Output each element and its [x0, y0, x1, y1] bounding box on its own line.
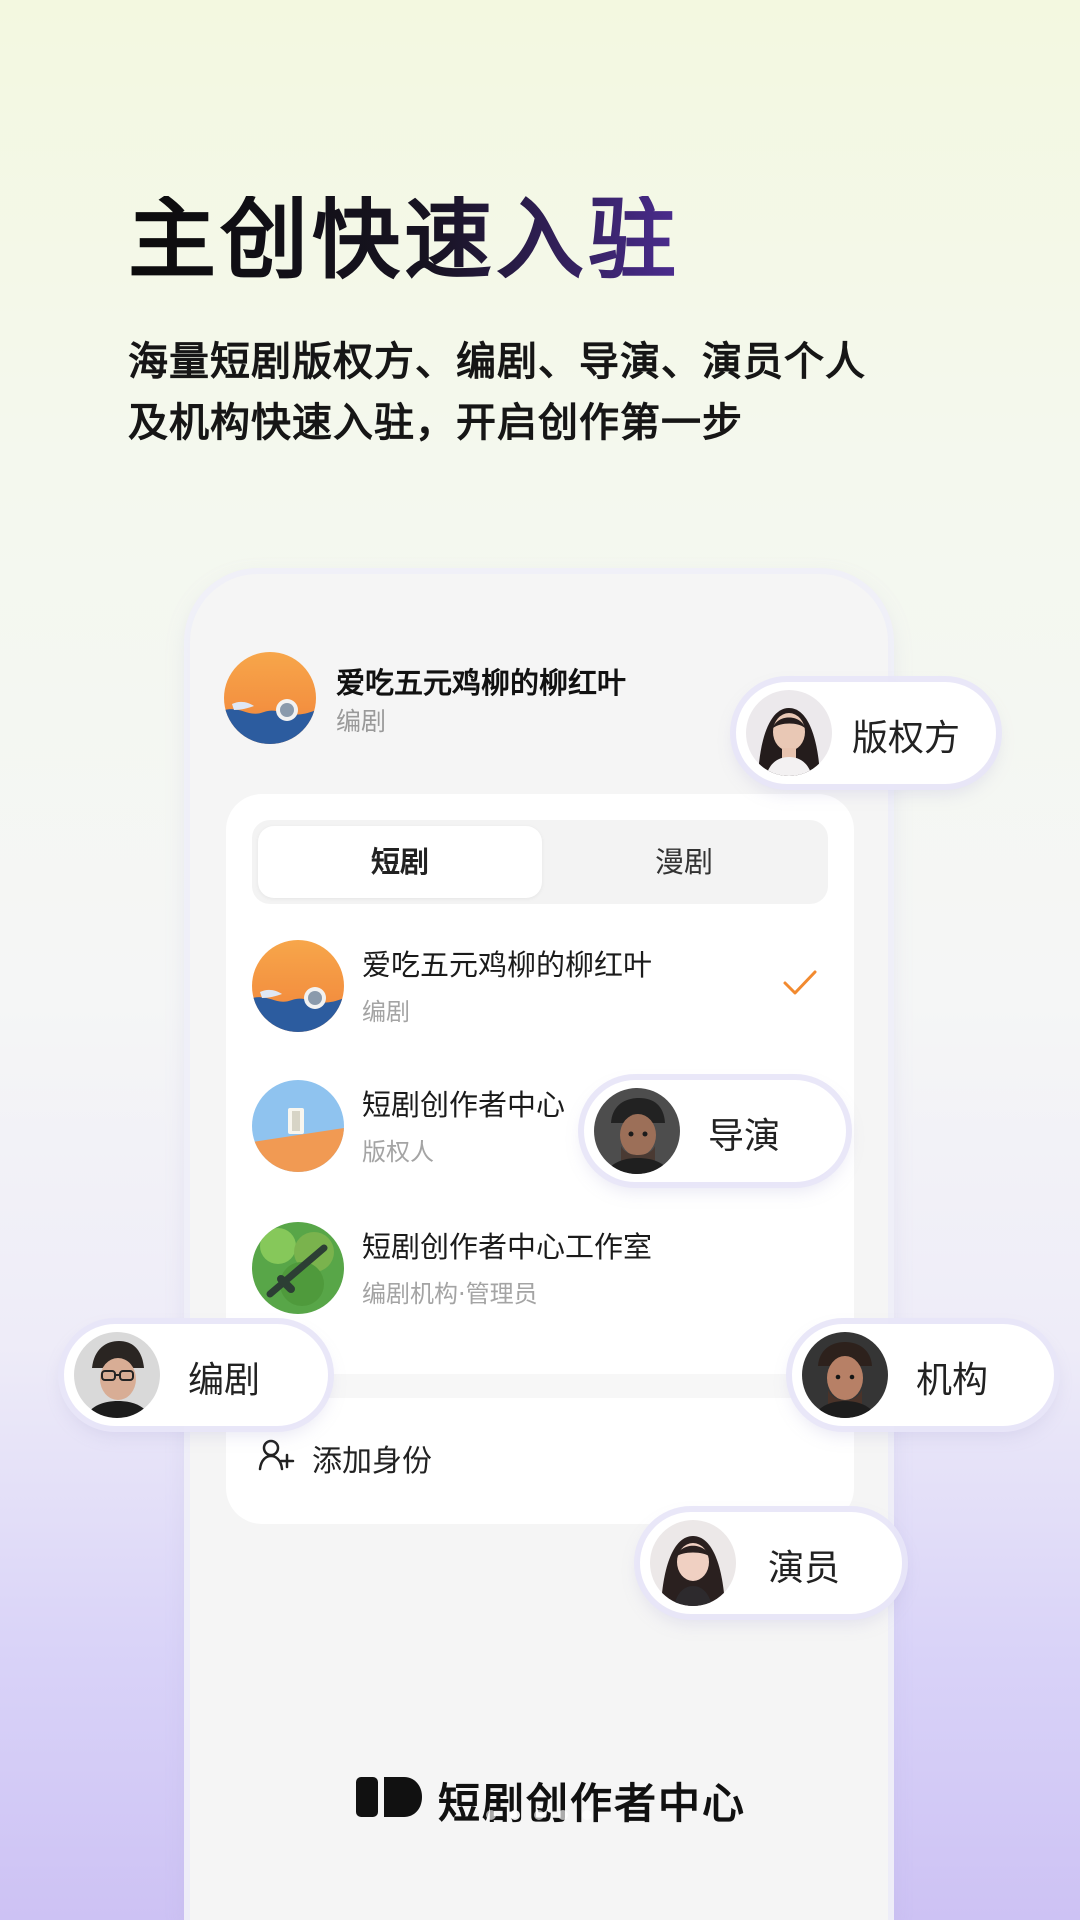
carousel-dot[interactable]	[534, 1810, 544, 1820]
role-badge-copyright: 版权方	[736, 682, 996, 784]
role-badge-director: 导演	[584, 1080, 846, 1182]
add-user-icon	[258, 1439, 295, 1471]
copyright-label: 版权方	[852, 718, 961, 759]
identity-avatar	[252, 1080, 344, 1172]
writer-label: 编剧	[188, 1360, 261, 1401]
hero-subtitle: 海量短剧版权方、编剧、导演、演员个人 及机构快速入驻，开启创作第一步	[128, 332, 958, 454]
director-avatar	[594, 1088, 680, 1174]
carousel-dot-active[interactable]	[510, 1810, 520, 1820]
organization-avatar	[802, 1332, 888, 1418]
add-identity-label: 添加身份	[312, 1444, 432, 1479]
role-badge-writer: 编剧	[64, 1324, 328, 1426]
content-type-tabs: 短剧 漫剧	[252, 820, 828, 904]
carousel-dot[interactable]	[558, 1810, 568, 1820]
identity-item-writer[interactable]: 爱吃五元鸡柳的柳红叶 编剧	[252, 940, 832, 1036]
check-icon	[783, 970, 817, 995]
identity-avatar	[252, 940, 344, 1032]
hero-title: 主创快速入驻	[128, 188, 681, 291]
identity-title: 短剧创作者中心	[362, 1088, 566, 1122]
identity-role: 编剧机构·管理员	[362, 1280, 538, 1308]
identity-role: 编剧	[362, 998, 410, 1026]
director-label: 导演	[708, 1116, 781, 1157]
brand-logo-icon	[356, 1777, 422, 1817]
identity-avatar	[252, 1222, 344, 1314]
tab-short-drama[interactable]: 短剧	[258, 826, 542, 898]
carousel-indicator	[486, 1810, 596, 1826]
identity-role: 版权人	[362, 1138, 434, 1166]
actor-label: 演员	[768, 1548, 841, 1589]
identity-item-studio[interactable]: 短剧创作者中心工作室 编剧机构·管理员	[252, 1222, 832, 1318]
current-user-name: 爱吃五元鸡柳的柳红叶	[336, 666, 627, 700]
current-user-avatar	[224, 652, 316, 744]
tab-comic-drama[interactable]: 漫剧	[542, 826, 826, 898]
carousel-dot[interactable]	[486, 1810, 496, 1820]
add-identity-button[interactable]: 添加身份	[256, 1430, 816, 1486]
identity-title: 短剧创作者中心工作室	[362, 1230, 653, 1264]
current-user-role: 编剧	[336, 707, 387, 736]
hero-subtitle-line-1: 海量短剧版权方、编剧、导演、演员个人	[128, 339, 866, 385]
role-badge-actor: 演员	[640, 1512, 902, 1614]
identity-title: 爱吃五元鸡柳的柳红叶	[362, 948, 653, 982]
organization-label: 机构	[916, 1360, 989, 1401]
copyright-avatar	[746, 690, 832, 776]
hero-subtitle-line-2: 及机构快速入驻，开启创作第一步	[128, 400, 743, 446]
actor-avatar	[650, 1520, 736, 1606]
role-badge-organization: 机构	[792, 1324, 1054, 1426]
carousel-dot[interactable]	[582, 1810, 592, 1820]
writer-avatar	[74, 1332, 160, 1418]
